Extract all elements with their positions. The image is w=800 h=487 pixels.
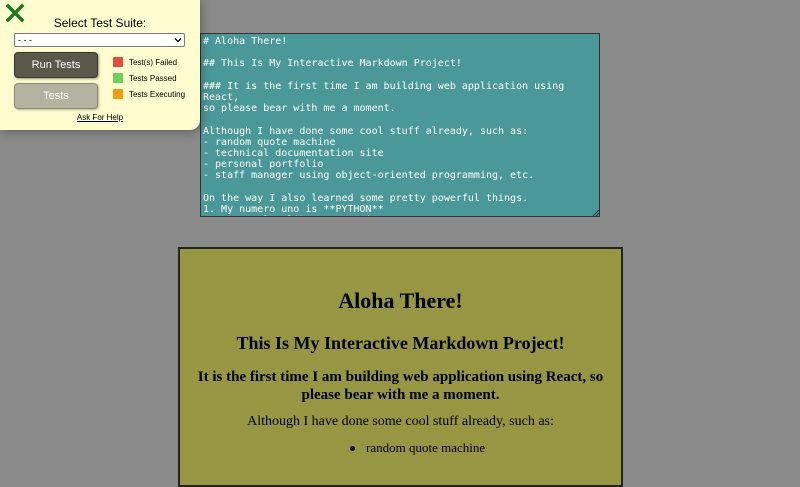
legend-label-passed: Tests Passed [129, 73, 177, 83]
preview-heading-1: Aloha There! [338, 288, 463, 313]
markdown-editor[interactable]: # Aloha There! ## This Is My Interactive… [200, 33, 600, 217]
preview-heading-3: It is the first time I am building web a… [197, 369, 604, 403]
test-legend: Test(s) Failed Tests Passed Tests Execut… [113, 57, 185, 105]
ask-for-help-link[interactable]: Ask For Help [0, 113, 200, 122]
resize-handle-icon[interactable] [592, 209, 599, 216]
preview-heading-2: This Is My Interactive Markdown Project! [236, 333, 565, 353]
legend-item-failed: Test(s) Failed [113, 57, 185, 67]
markdown-preview: Aloha There! This Is My Interactive Mark… [178, 247, 623, 487]
test-suite-select-value: - - - [18, 35, 32, 45]
run-tests-button[interactable]: Run Tests [14, 52, 98, 78]
legend-label-failed: Test(s) Failed [129, 57, 178, 67]
legend-label-executing: Tests Executing [129, 89, 186, 99]
suite-title: Select Test Suite: [53, 16, 147, 30]
list-item: random quote machine [346, 440, 485, 456]
failed-swatch [113, 57, 123, 67]
chevron-down-icon [174, 38, 182, 43]
test-suite-select[interactable]: - - - [14, 33, 185, 47]
tests-button-label: Tests [43, 90, 69, 102]
legend-item-executing: Tests Executing [113, 89, 185, 99]
executing-swatch [113, 89, 123, 99]
preview-list: random quote machine [346, 440, 485, 456]
test-suite-panel: Select Test Suite: - - - Run Tests Tests… [0, 0, 200, 130]
passed-swatch [113, 73, 123, 83]
legend-item-passed: Tests Passed [113, 73, 185, 83]
run-tests-label: Run Tests [31, 59, 81, 71]
preview-paragraph: Although I have done some cool stuff alr… [247, 414, 554, 429]
tests-button[interactable]: Tests [14, 83, 98, 109]
